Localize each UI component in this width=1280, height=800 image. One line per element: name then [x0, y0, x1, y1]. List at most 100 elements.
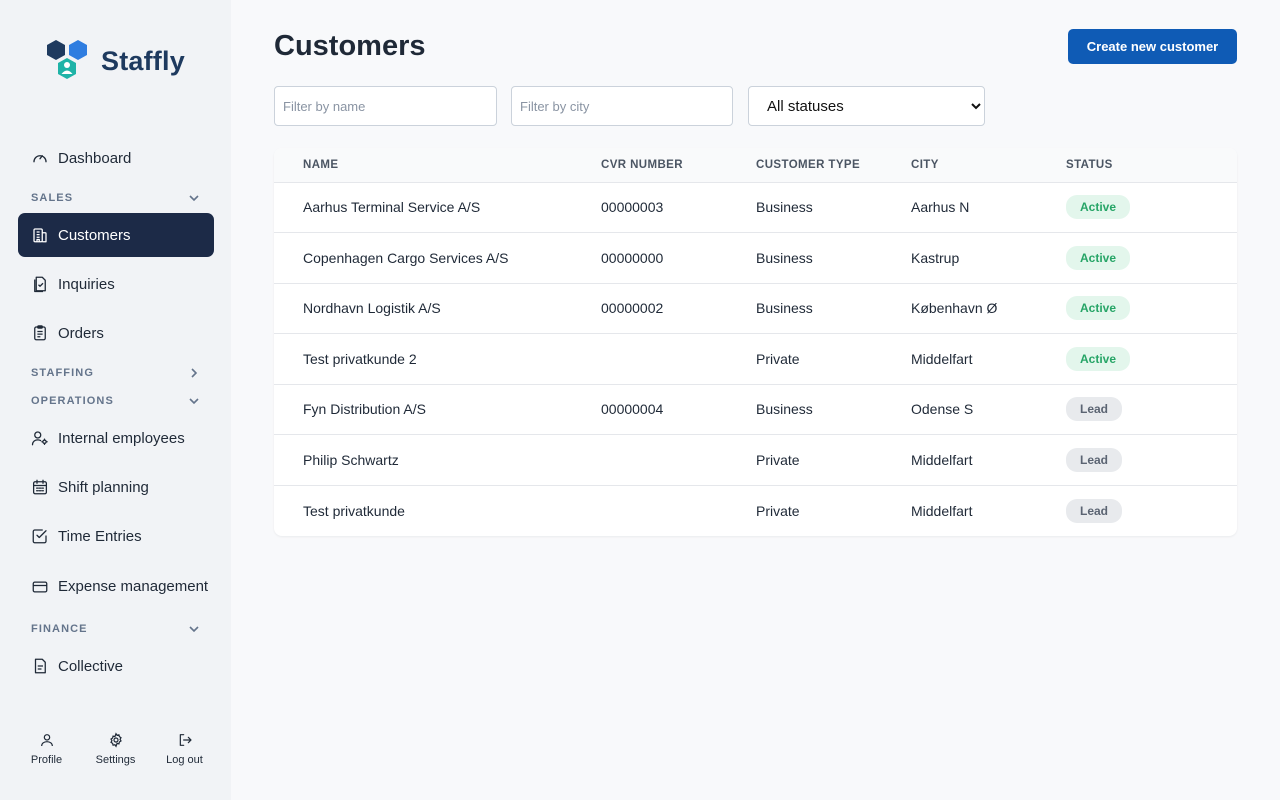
- cell-status: Active: [1066, 334, 1237, 385]
- cell-status: Lead: [1066, 435, 1237, 486]
- cell-type: Business: [756, 401, 813, 418]
- filter-name-input[interactable]: [274, 86, 497, 126]
- cell-type: Private: [756, 350, 800, 367]
- sidebar-item-inquiries[interactable]: Inquiries: [18, 262, 214, 306]
- cell-name: Copenhagen Cargo Services A/S: [303, 249, 509, 266]
- user-icon: [40, 734, 53, 747]
- status-badge: Active: [1066, 346, 1131, 371]
- section-finance[interactable]: FINANCE: [18, 616, 214, 642]
- cell-cvr: [601, 485, 756, 536]
- app-root: Staffly Dashboard SALES Customers Inquir…: [0, 0, 1280, 800]
- sidebar-item-customers[interactable]: Customers: [18, 213, 214, 257]
- filter-city-input[interactable]: [511, 86, 733, 126]
- sidebar-item-orders[interactable]: Orders: [18, 311, 214, 355]
- section-staffing[interactable]: STAFFING: [18, 360, 214, 386]
- sidebar: Staffly Dashboard SALES Customers Inquir…: [0, 0, 231, 800]
- cell-type: Business: [756, 199, 813, 216]
- table-row[interactable]: Test privatkunde 2 Private Middelfart Activ…: [274, 334, 1237, 385]
- main-content: Customers Create new customer All status…: [231, 0, 1280, 800]
- section-label: STAFFING: [31, 367, 94, 379]
- status-badge: Lead: [1066, 397, 1123, 422]
- section-label: FINANCE: [31, 623, 88, 635]
- sidebar-item-time-entries[interactable]: Time Entries: [18, 514, 214, 558]
- sidebar-item-label: Shift planning: [58, 478, 149, 496]
- customers-table: NAME CVR NUMBER CUSTOMER TYPE CITY STATU…: [274, 148, 1237, 536]
- logo[interactable]: Staffly: [45, 38, 185, 84]
- cell-status: Lead: [1066, 485, 1237, 536]
- header-city[interactable]: CITY: [911, 148, 1066, 183]
- cell-cvr: 00000004: [601, 401, 664, 418]
- table-row[interactable]: Fyn Distribution A/S 00000004 Business Oden…: [274, 384, 1237, 435]
- status-badge: Lead: [1066, 498, 1123, 523]
- section-sales[interactable]: SALES: [18, 185, 214, 211]
- settings-button[interactable]: Settings: [86, 732, 146, 800]
- cell-city: Aarhus N: [911, 199, 970, 216]
- customers-table-card: NAME CVR NUMBER CUSTOMER TYPE CITY STATU…: [274, 148, 1237, 536]
- section-operations[interactable]: OPERATIONS: [18, 388, 214, 414]
- cell-type: Private: [756, 502, 800, 519]
- status-badge: Active: [1066, 296, 1131, 321]
- cell-status: Lead: [1066, 384, 1237, 435]
- document-icon: [34, 658, 46, 674]
- profile-button[interactable]: Profile: [17, 732, 77, 800]
- sidebar-item-collective[interactable]: Collective: [18, 644, 214, 688]
- profile-label: Profile: [30, 754, 63, 766]
- sidebar-item-shift-planning[interactable]: Shift planning: [18, 465, 214, 509]
- header-status[interactable]: STATUS: [1066, 148, 1237, 183]
- table-body: Aarhus Terminal Service A/S 00000003 Busin…: [274, 182, 1237, 536]
- table-row[interactable]: Aarhus Terminal Service A/S 00000003 Busin…: [274, 182, 1237, 233]
- gauge-icon: [33, 155, 47, 163]
- cell-city: København Ø: [911, 300, 998, 317]
- cell-name: Fyn Distribution A/S: [303, 401, 426, 418]
- table-header-row: NAME CVR NUMBER CUSTOMER TYPE CITY STATU…: [274, 148, 1237, 183]
- gear-icon: [109, 732, 122, 748]
- inquiry-icon: [34, 276, 46, 293]
- sidebar-item-label: Collective: [58, 657, 124, 675]
- table-row[interactable]: Nordhavn Logistik A/S 00000002 Business Køb…: [274, 283, 1237, 334]
- cell-city: Odense S: [911, 401, 974, 418]
- header-cvr[interactable]: CVR NUMBER: [601, 148, 756, 183]
- chevron-right-icon: [191, 368, 198, 378]
- cell-status: Active: [1066, 182, 1237, 233]
- clipboard-icon: [34, 325, 46, 341]
- cell-type: Private: [756, 451, 800, 468]
- status-badge: Active: [1066, 195, 1131, 220]
- app-name: Staffly: [101, 45, 185, 76]
- header-name[interactable]: NAME: [274, 148, 601, 183]
- user-gear-icon: [31, 431, 48, 446]
- chevron-down-icon: [189, 398, 199, 405]
- settings-label: Settings: [95, 754, 136, 766]
- cell-city: Middelfart: [911, 451, 973, 468]
- building-icon: [33, 228, 47, 243]
- cell-type: Business: [756, 300, 813, 317]
- cell-status: Active: [1066, 283, 1237, 334]
- sidebar-item-label: Orders: [58, 324, 104, 342]
- sidebar-scroll-area[interactable]: Staffly Dashboard SALES Customers Inquir…: [0, 0, 231, 712]
- sidebar-item-label: Inquiries: [58, 275, 115, 293]
- cell-status: Active: [1066, 233, 1237, 284]
- status-badge: Lead: [1066, 447, 1123, 472]
- staffly-logo-icon: [47, 40, 87, 79]
- logout-label: Log out: [166, 754, 203, 766]
- sidebar-item-label: Customers: [58, 226, 131, 244]
- status-filter-select[interactable]: All statuses: [748, 86, 985, 126]
- sidebar-item-label: Internal employees: [58, 429, 185, 447]
- table-row[interactable]: Philip Schwartz Private Middelfart Lead: [274, 435, 1237, 486]
- header-type[interactable]: CUSTOMER TYPE: [756, 148, 911, 183]
- cell-city: Kastrup: [911, 249, 960, 266]
- sidebar-footer: Profile Settings Log out: [0, 712, 231, 800]
- sidebar-item-internal-employees[interactable]: Internal employees: [18, 416, 214, 460]
- logout-button[interactable]: Log out: [155, 732, 215, 800]
- table-row[interactable]: Test privatkunde Private Middelfart Lead: [274, 485, 1237, 536]
- cell-cvr: 00000003: [601, 199, 664, 216]
- section-label: SALES: [31, 192, 74, 204]
- cell-cvr: [601, 334, 756, 385]
- table-row[interactable]: Copenhagen Cargo Services A/S 00000000 Bus…: [274, 233, 1237, 284]
- sidebar-item-expense-management[interactable]: Expense management: [18, 563, 214, 611]
- sidebar-item-dashboard[interactable]: Dashboard: [18, 136, 214, 180]
- cell-name: Test privatkunde: [303, 502, 405, 519]
- credit-card-icon: [32, 581, 48, 593]
- calendar-icon: [32, 479, 48, 495]
- cell-cvr: [601, 435, 756, 486]
- create-customer-button[interactable]: Create new customer: [1068, 29, 1237, 64]
